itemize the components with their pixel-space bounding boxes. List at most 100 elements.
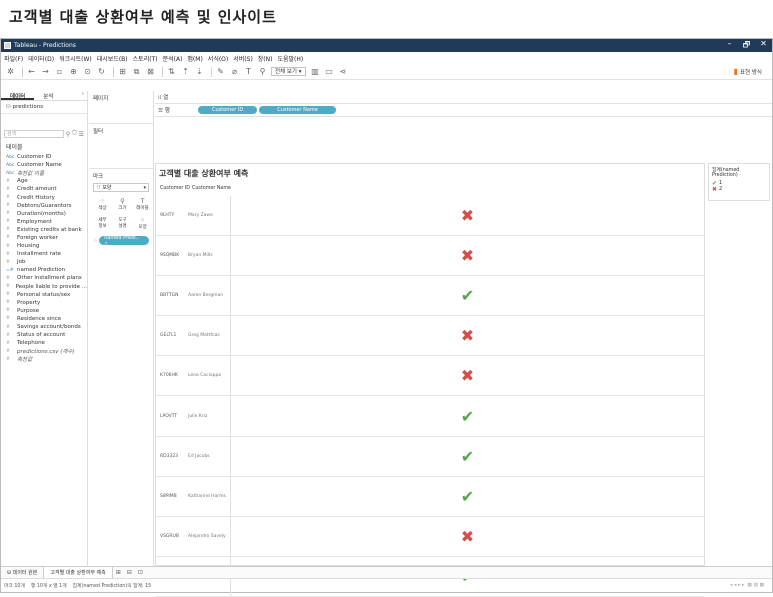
legend-item[interactable]: ✖ 2 [712, 186, 766, 193]
customer-id-cell[interactable]: GELTL1 [156, 333, 188, 338]
field-item[interactable]: # Installment rate [1, 250, 87, 258]
menu-server[interactable]: 서버(S) [233, 54, 253, 63]
new-datasource-icon[interactable]: ⊕ [68, 66, 79, 77]
field-item[interactable]: Abc 측정값 이름 [1, 169, 87, 178]
field-item[interactable]: # Personal status/sex [1, 291, 87, 299]
x-mark-icon[interactable]: ✖ [231, 206, 704, 225]
swap-icon[interactable]: ⇅ [166, 66, 177, 77]
customer-id-header[interactable]: Customer ID [160, 186, 192, 191]
customer-name-cell[interactable]: Ed Jacobs [188, 454, 230, 459]
detail-button[interactable]: 세부 정보 [93, 214, 112, 232]
filters-shelf[interactable]: 필터 [89, 124, 153, 169]
view-options-icon[interactable]: ☰ [79, 131, 84, 138]
x-mark-icon[interactable]: ✖ [231, 246, 704, 265]
check-mark-icon[interactable]: ✔ [231, 447, 704, 466]
size-button[interactable]: ⚲ 크기 [113, 195, 132, 213]
field-item[interactable]: Abc Customer ID [1, 153, 87, 161]
sort-asc-icon[interactable]: ⇡ [180, 66, 191, 77]
filter-icon[interactable]: ⛉ [72, 130, 77, 138]
customer-name-header[interactable]: Customer Name [192, 186, 231, 191]
field-item[interactable]: # Housing [1, 242, 87, 250]
field-item[interactable]: # Credit amount [1, 185, 87, 193]
customer-name-cell[interactable]: Greg Matthias [188, 333, 230, 338]
pin-icon[interactable]: ⚲ [257, 66, 268, 77]
customer-id-cell[interactable]: LPOVTT [156, 414, 188, 419]
field-search-input[interactable]: 검색 [4, 130, 64, 138]
pause-updates-icon[interactable]: ⊙ [82, 66, 93, 77]
customer-id-cell[interactable]: BBTTGN [156, 293, 188, 298]
menu-file[interactable]: 파일(F) [4, 54, 23, 63]
view-size-select[interactable]: 전체 보기 ▾ [271, 67, 306, 76]
field-item[interactable]: # Status of account [1, 331, 87, 339]
field-item[interactable]: =# named Prediction [1, 266, 87, 274]
group-icon[interactable]: ⌀ [229, 66, 240, 77]
menu-worksheet[interactable]: 워크시트(W) [59, 54, 92, 63]
field-item[interactable]: # Other installment plans [1, 274, 87, 282]
field-item[interactable]: # Job [1, 258, 87, 266]
field-item[interactable]: # Existing credits at bank [1, 226, 87, 234]
columns-shelf[interactable]: ⁞⁞ 열 [155, 91, 772, 104]
new-dashboard-icon[interactable]: ⊟ [124, 569, 135, 576]
highlight-icon[interactable]: ✎ [215, 66, 226, 77]
field-item[interactable]: # Age [1, 177, 87, 185]
menu-window[interactable]: 창(N) [258, 54, 273, 63]
field-item[interactable]: # predictions.csv (개수) [1, 347, 87, 356]
close-button[interactable]: ✕ [755, 39, 772, 53]
customer-name-cell[interactable]: Mary Zawe [188, 213, 230, 218]
tooltip-button[interactable]: 도구 설명 [113, 214, 132, 232]
tab-analysis[interactable]: 분석 [34, 91, 62, 100]
field-item[interactable]: # Purpose [1, 307, 87, 315]
sheet-nav-icons[interactable]: ◂ ◂ ▸ ▸ ▦ ▤ ▦ [730, 583, 764, 588]
new-sheet-icon[interactable]: ⊞ [117, 66, 128, 77]
field-item[interactable]: # Debtors/Guarantors [1, 202, 87, 210]
save-icon[interactable]: ▫ [54, 66, 65, 77]
check-mark-icon[interactable]: ✔ [231, 487, 704, 506]
field-item[interactable]: # People liable to provide ... [1, 283, 87, 291]
customer-name-pill[interactable]: Customer Name [259, 106, 336, 114]
pages-shelf[interactable]: 페이지 [89, 91, 153, 124]
labels-icon[interactable]: T [243, 66, 254, 77]
menu-map[interactable]: 맵(M) [187, 54, 202, 63]
check-mark-icon[interactable]: ✔ [231, 407, 704, 426]
sort-desc-icon[interactable]: ⇣ [194, 66, 205, 77]
menu-help[interactable]: 도움말(H) [277, 54, 303, 63]
customer-name-cell[interactable]: Julie Kriz [188, 414, 230, 419]
clear-sheet-icon[interactable]: ⊠ [145, 66, 156, 77]
check-mark-icon[interactable]: ✔ [231, 286, 704, 305]
rows-shelf[interactable]: ☰ 행 Customer ID Customer Name [155, 104, 772, 117]
customer-id-cell[interactable]: S8PIMB [156, 494, 188, 499]
customer-id-cell[interactable]: 9SQMBK [156, 253, 188, 258]
customer-name-cell[interactable]: Aaron Bergman [188, 293, 230, 298]
redo-icon[interactable]: → [40, 66, 51, 77]
customer-id-cell[interactable]: RD3323 [156, 454, 188, 459]
field-item[interactable]: # Duration(months) [1, 210, 87, 218]
menu-format[interactable]: 서식(O) [208, 54, 228, 63]
minimize-button[interactable]: – [721, 39, 738, 53]
refresh-icon[interactable]: ↻ [96, 66, 107, 77]
shape-button[interactable]: ⁘ 모양 [133, 214, 152, 232]
customer-id-cell[interactable]: VSGRUB [156, 534, 188, 539]
field-item[interactable]: # Property [1, 299, 87, 307]
mark-type-select[interactable]: ⁝⁝ 모양 ▾ [93, 183, 149, 192]
presentation-icon[interactable]: ▭ [324, 66, 335, 77]
field-item[interactable]: # 측정값 [1, 355, 87, 364]
menu-data[interactable]: 데이터(D) [28, 54, 54, 63]
tab-data[interactable]: 데이터 [1, 91, 35, 100]
search-icon[interactable]: ⚲ [66, 131, 70, 138]
customer-name-cell[interactable]: Lena Cacioppo [188, 373, 230, 378]
restore-button[interactable]: 🗗 [738, 39, 755, 53]
datasource-tab[interactable]: ⛁ 데이터 원본 [1, 567, 43, 579]
undo-icon[interactable]: ← [26, 66, 37, 77]
customer-name-cell[interactable]: Alejandro Savely [188, 534, 230, 539]
customer-id-cell[interactable]: 9LHTY [156, 213, 188, 218]
sheet-tab[interactable]: 고객별 대출 상환여부 예측 [43, 566, 113, 579]
label-button[interactable]: T 레이블 [133, 195, 152, 213]
field-item[interactable]: # Foreign worker [1, 234, 87, 242]
new-story-icon[interactable]: ⊡ [135, 569, 146, 576]
field-item[interactable]: # Employment [1, 218, 87, 226]
customer-name-cell[interactable]: Katharine Harms [188, 494, 230, 499]
x-mark-icon[interactable]: ✖ [231, 527, 704, 546]
named-prediction-pill[interactable]: named Predi.. △ [99, 235, 149, 247]
collapse-icon[interactable]: ‹ [79, 91, 87, 100]
menu-dashboard[interactable]: 대시보드(B) [97, 54, 128, 63]
